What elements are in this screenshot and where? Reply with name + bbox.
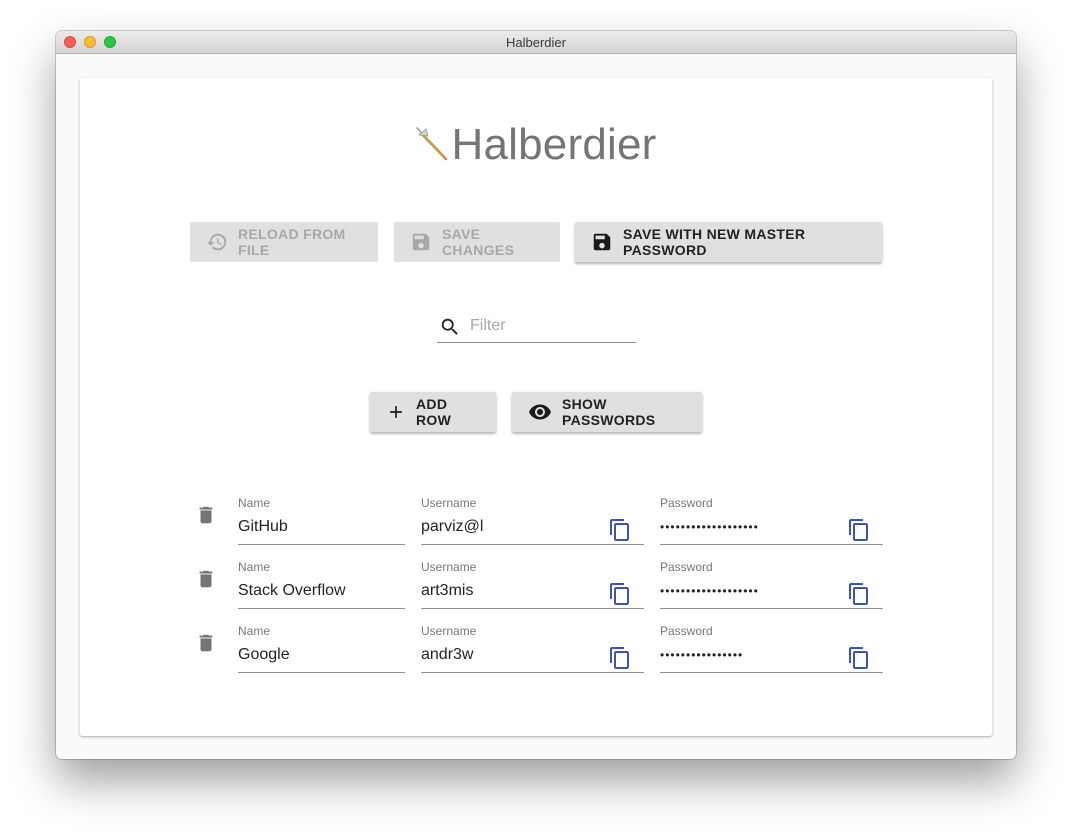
copy-username-button[interactable]	[608, 518, 632, 547]
username-value: parviz@l	[421, 518, 484, 535]
save-with-new-master-password-button[interactable]: Save with new master password	[575, 222, 882, 262]
trash-icon	[199, 506, 213, 524]
search-icon	[439, 316, 461, 343]
copy-icon	[849, 583, 868, 605]
password-field[interactable]: Password •••••••••••••••••••	[660, 494, 883, 545]
eye-icon	[528, 400, 552, 424]
show-passwords-button[interactable]: Show passwords	[512, 392, 702, 432]
password-field[interactable]: Password •••••••••••••••••••	[660, 558, 883, 609]
username-field[interactable]: Username parviz@l	[421, 494, 644, 545]
password-value: •••••••••••••••••••	[660, 584, 759, 598]
name-label: Name	[238, 560, 271, 574]
main-card: Halberdier Reload from file Save changes…	[80, 78, 992, 736]
save-changes-label: Save changes	[442, 226, 515, 258]
delete-row-button[interactable]	[195, 568, 217, 595]
show-passwords-label: Show passwords	[562, 396, 656, 428]
floppy-disk-icon	[591, 231, 613, 253]
copy-password-button[interactable]	[847, 646, 871, 675]
password-value: •••••••••••••••••••	[660, 520, 759, 534]
copy-password-button[interactable]	[847, 582, 871, 611]
copy-icon	[610, 519, 629, 541]
copy-icon	[849, 647, 868, 669]
brand-header: Halberdier	[80, 120, 992, 180]
trash-icon	[199, 570, 213, 588]
history-icon	[206, 231, 228, 253]
username-label: Username	[421, 496, 477, 510]
name-field[interactable]: Name Stack Overflow	[238, 558, 405, 609]
name-value: GitHub	[238, 518, 288, 535]
reload-from-file-label: Reload from file	[238, 226, 346, 258]
name-value: Google	[238, 646, 290, 663]
copy-password-button[interactable]	[847, 518, 871, 547]
filter-input[interactable]	[468, 316, 632, 336]
name-label: Name	[238, 496, 271, 510]
username-value: art3mis	[421, 582, 474, 599]
password-label: Password	[660, 560, 713, 574]
username-value: andr3w	[421, 646, 474, 663]
password-label: Password	[660, 624, 713, 638]
floppy-disk-icon	[410, 231, 432, 253]
delete-row-button[interactable]	[195, 632, 217, 659]
save-with-new-master-password-label: Save with new master password	[623, 226, 806, 258]
name-field[interactable]: Name Google	[238, 622, 405, 673]
delete-row-button[interactable]	[195, 504, 217, 531]
name-label: Name	[238, 624, 271, 638]
username-field[interactable]: Username andr3w	[421, 622, 644, 673]
app-title: Halberdier	[451, 120, 657, 169]
name-field[interactable]: Name GitHub	[238, 494, 405, 545]
copy-icon	[610, 647, 629, 669]
copy-username-button[interactable]	[608, 646, 632, 675]
copy-icon	[849, 519, 868, 541]
halberd-icon	[415, 123, 452, 168]
username-label: Username	[421, 560, 477, 574]
plus-icon	[386, 402, 406, 422]
password-label: Password	[660, 496, 713, 510]
copy-icon	[610, 583, 629, 605]
password-field[interactable]: Password ••••••••••••••••	[660, 622, 883, 673]
save-changes-button[interactable]: Save changes	[394, 222, 560, 262]
reload-from-file-button[interactable]: Reload from file	[190, 222, 378, 262]
password-value: ••••••••••••••••	[660, 648, 744, 662]
app-window: Halberdier Halberdier Reload from	[56, 31, 1016, 759]
entry-row: Name Google Username andr3w Password •••…	[190, 622, 890, 674]
window-title: Halberdier	[506, 35, 566, 50]
add-row-label: Add row	[416, 396, 452, 428]
filter-field[interactable]	[437, 311, 636, 343]
add-row-button[interactable]: Add row	[370, 392, 496, 432]
entry-row: Name GitHub Username parviz@l Password •…	[190, 494, 890, 546]
entry-row: Name Stack Overflow Username art3mis Pas…	[190, 558, 890, 610]
copy-username-button[interactable]	[608, 582, 632, 611]
trash-icon	[199, 634, 213, 652]
username-label: Username	[421, 624, 477, 638]
title-bar[interactable]: Halberdier	[56, 31, 1016, 54]
name-value: Stack Overflow	[238, 582, 346, 599]
username-field[interactable]: Username art3mis	[421, 558, 644, 609]
